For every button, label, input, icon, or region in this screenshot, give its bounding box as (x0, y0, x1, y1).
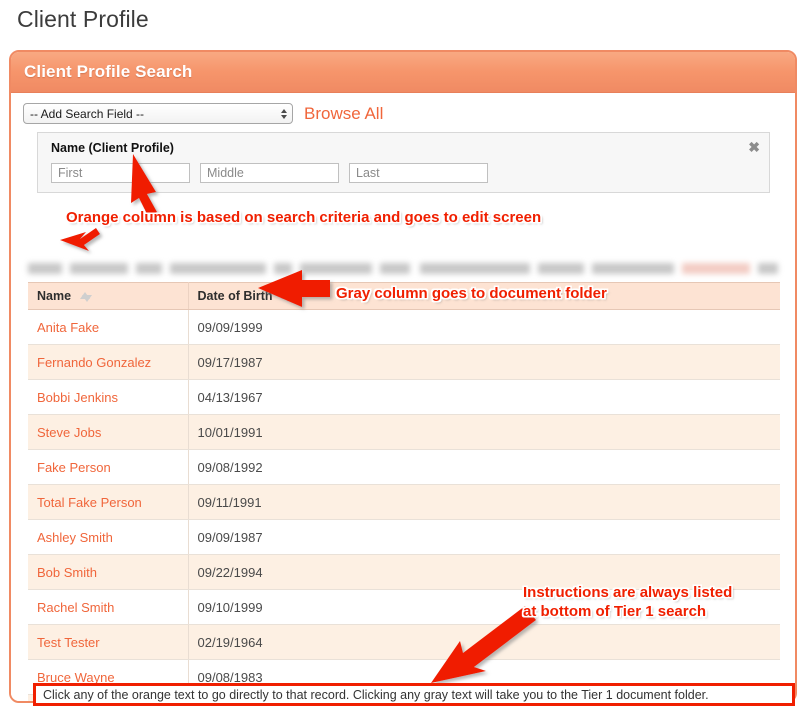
middle-name-input[interactable]: Middle (200, 163, 339, 183)
cell-dob[interactable]: 09/09/1999 (188, 309, 780, 345)
redacted-info-strip (28, 262, 778, 276)
results-table-wrap: Name Date of Birth Anita Fake 09/09/1999 … (28, 282, 780, 701)
table-row[interactable]: Total Fake Person 09/11/1991 (28, 484, 780, 520)
search-controls-row: -- Add Search Field -- Browse All (11, 93, 795, 130)
search-criteria-name-block: Name (Client Profile) First Middle Last … (37, 132, 770, 193)
annotation-orange-column: Orange column is based on search criteri… (66, 209, 542, 226)
cell-dob[interactable]: 04/13/1967 (188, 379, 780, 415)
annotation-instructions: Instructions are always listed at bottom… (523, 583, 732, 621)
cell-name[interactable]: Ashley Smith (28, 519, 189, 555)
cell-name[interactable]: Bob Smith (28, 554, 189, 590)
sort-icon[interactable] (79, 291, 92, 302)
last-name-input[interactable]: Last (349, 163, 488, 183)
cell-dob[interactable]: 09/17/1987 (188, 344, 780, 380)
instructions-bar: Click any of the orange text to go direc… (33, 683, 795, 706)
first-name-input[interactable]: First (51, 163, 190, 183)
table-row[interactable]: Test Tester 02/19/1964 (28, 624, 780, 660)
browse-all-link[interactable]: Browse All (304, 104, 383, 124)
panel-header-title: Client Profile Search (24, 62, 193, 81)
criteria-inputs: First Middle Last (51, 163, 759, 183)
column-header-name-label: Name (37, 289, 72, 303)
cell-dob[interactable]: 02/19/1964 (188, 624, 780, 660)
criteria-block-title: Name (Client Profile) (51, 141, 174, 155)
results-table-body: Anita Fake 09/09/1999 Fernando Gonzalez 09… (28, 309, 780, 701)
table-row[interactable]: Anita Fake 09/09/1999 (28, 309, 780, 345)
table-row[interactable]: Ashley Smith 09/09/1987 (28, 519, 780, 555)
annotation-gray-column: Gray column goes to document folder (336, 285, 607, 302)
cell-dob[interactable]: 10/01/1991 (188, 414, 780, 450)
cell-name[interactable]: Anita Fake (28, 309, 189, 345)
table-row[interactable]: Bobbi Jenkins 04/13/1967 (28, 379, 780, 415)
add-search-field-select[interactable]: -- Add Search Field -- (23, 103, 293, 124)
cell-name[interactable]: Total Fake Person (28, 484, 189, 520)
cell-name[interactable]: Fernando Gonzalez (28, 344, 189, 380)
cell-dob[interactable]: 09/11/1991 (188, 484, 780, 520)
cell-name[interactable]: Steve Jobs (28, 414, 189, 450)
table-row[interactable]: Fake Person 09/08/1992 (28, 449, 780, 485)
column-header-dob-label: Date of Birth (197, 289, 273, 303)
sort-icon[interactable] (280, 291, 293, 302)
cell-name[interactable]: Test Tester (28, 624, 189, 660)
cell-dob[interactable]: 09/09/1987 (188, 519, 780, 555)
results-table: Name Date of Birth Anita Fake 09/09/1999 … (28, 282, 780, 701)
annotation-instructions-line1: Instructions are always listed (523, 584, 733, 601)
cell-dob[interactable]: 09/08/1992 (188, 449, 780, 485)
table-row[interactable]: Fernando Gonzalez 09/17/1987 (28, 344, 780, 380)
column-header-name[interactable]: Name (28, 282, 189, 310)
chevron-updown-icon (281, 108, 287, 119)
instructions-text: Click any of the orange text to go direc… (43, 687, 709, 702)
panel-header: Client Profile Search (11, 52, 795, 93)
cell-name[interactable]: Fake Person (28, 449, 189, 485)
add-search-field-label: -- Add Search Field -- (30, 106, 145, 121)
page-title: Client Profile (17, 6, 149, 32)
close-icon[interactable]: ✖ (748, 140, 760, 154)
cell-name[interactable]: Bobbi Jenkins (28, 379, 189, 415)
annotation-instructions-line2: at bottom of Tier 1 search (523, 603, 707, 620)
cell-name[interactable]: Rachel Smith (28, 589, 189, 625)
table-row[interactable]: Steve Jobs 10/01/1991 (28, 414, 780, 450)
